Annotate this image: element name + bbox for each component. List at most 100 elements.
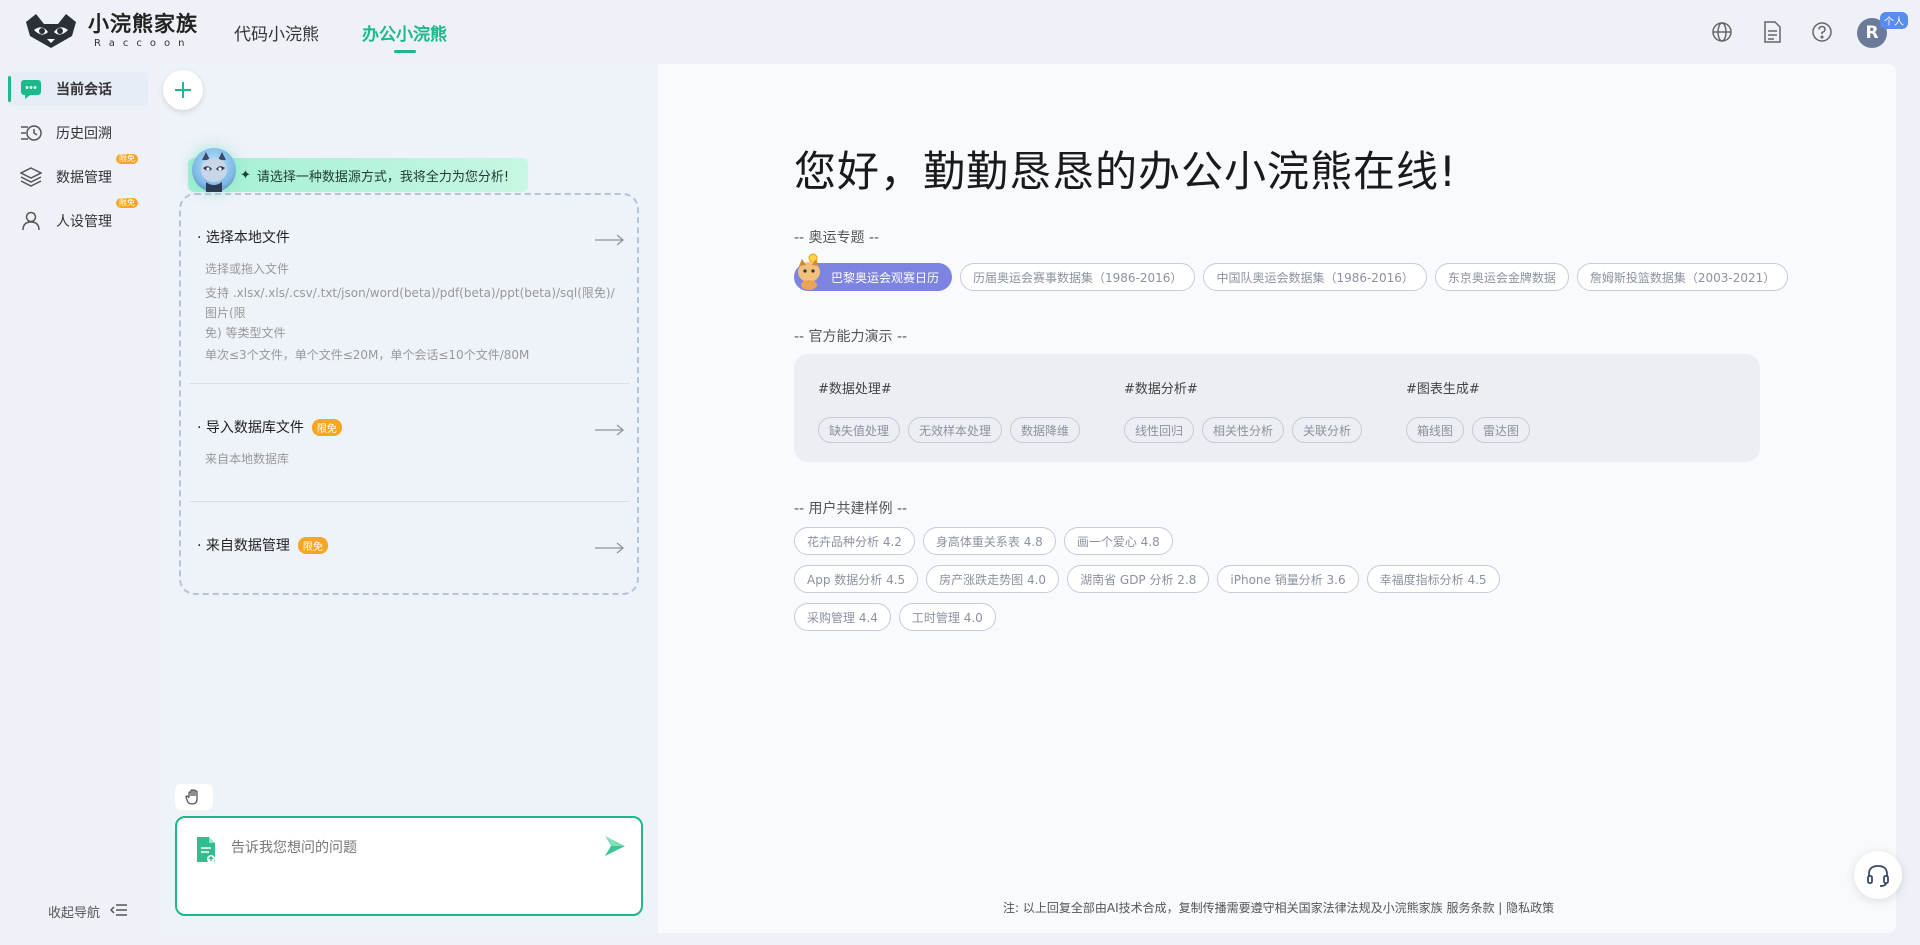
chip-label: iPhone 销量分析 3.6: [1230, 572, 1346, 587]
chip-label: 缺失值处理: [829, 423, 890, 438]
source-desc-line: 支持 .xlsx/.xls/.csv/.txt/json/word(beta)/…: [205, 286, 615, 320]
topic-chip[interactable]: 历届奥运会赛事数据集（1986-2016）: [960, 263, 1196, 291]
free-badge: 限免: [311, 418, 342, 436]
chip-label: 历届奥运会赛事数据集（1986-2016）: [973, 270, 1183, 285]
source-desc-line: 来自本地数据库: [205, 452, 290, 466]
select-local-file-option[interactable]: · 选择本地文件 选择或拖入文件 支持 .xlsx/.xls/.csv/.txt…: [197, 227, 625, 367]
sidebar-item-current-session[interactable]: 当前会话: [8, 72, 148, 106]
chip-label: 詹姆斯投篮数据集（2003-2021）: [1589, 270, 1776, 285]
brand-logo[interactable]: 小浣熊家族 Raccoon: [22, 12, 198, 50]
chip-label: 箱线图: [1417, 423, 1454, 438]
question-input[interactable]: [231, 836, 571, 860]
capabilities-panel: #数据处理# 缺失值处理 无效样本处理 数据降维 #数据分析# 线性回归 相关性…: [794, 354, 1760, 462]
chip-label: 房产涨跌走势图 4.0: [939, 572, 1047, 587]
example-chip[interactable]: 房产涨跌走势图 4.0: [926, 565, 1060, 593]
privacy-policy-link[interactable]: 隐私政策: [1506, 901, 1554, 915]
document-icon[interactable]: [1760, 20, 1784, 44]
example-row: 采购管理 4.4 工时管理 4.0: [794, 603, 1500, 631]
footer-separator: |: [1494, 901, 1507, 915]
hand-gesture-button[interactable]: [175, 784, 213, 810]
example-chip[interactable]: 采购管理 4.4: [794, 603, 891, 631]
top-header: 小浣熊家族 Raccoon 代码小浣熊 办公小浣熊 R 个人: [0, 0, 1920, 64]
globe-icon[interactable]: [1710, 20, 1734, 44]
tab-code-raccoon[interactable]: 代码小浣熊: [234, 20, 319, 45]
example-chip[interactable]: 工时管理 4.0: [898, 603, 996, 631]
example-chip[interactable]: iPhone 销量分析 3.6: [1217, 565, 1359, 593]
chip-label: 采购管理 4.4: [807, 610, 878, 625]
data-source-options: · 选择本地文件 选择或拖入文件 支持 .xlsx/.xls/.csv/.txt…: [179, 193, 639, 595]
divider: [189, 501, 629, 502]
example-chip[interactable]: App 数据分析 4.5: [794, 565, 919, 593]
from-data-management-option[interactable]: · 来自数据管理 限免: [197, 535, 625, 555]
capability-chip[interactable]: 无效样本处理: [908, 417, 1003, 443]
capability-group-title: #图表生成#: [1406, 382, 1480, 397]
capability-chip[interactable]: 箱线图: [1406, 417, 1465, 443]
terms-of-service-link[interactable]: 服务条款: [1446, 901, 1494, 915]
chip-label: 关联分析: [1303, 423, 1352, 438]
capabilities-section-title: -- 官方能力演示 --: [794, 329, 908, 345]
disclaimer-text: 注: 以上回复全部由AI技术合成，复制传播需要遵守相关国家法律法规及小浣熊家族: [1003, 901, 1447, 915]
send-button[interactable]: [603, 834, 627, 862]
example-chip[interactable]: 花卉品种分析 4.2: [794, 527, 915, 555]
capability-chip[interactable]: 关联分析: [1292, 417, 1363, 443]
source-title: · 导入数据库文件: [197, 420, 304, 436]
capability-group-processing: #数据处理# 缺失值处理 无效样本处理 数据降维: [818, 378, 1081, 443]
sidebar-item-history[interactable]: 历史回溯: [8, 116, 148, 150]
collapse-icon: [109, 903, 128, 921]
brand-title: 小浣熊家族: [88, 11, 198, 36]
chip-label: 相关性分析: [1213, 423, 1274, 438]
sidebar-item-label: 当前会话: [56, 82, 112, 98]
topic-chip[interactable]: 东京奥运会金牌数据: [1434, 263, 1569, 291]
chip-label: 幸福度指标分析 4.5: [1379, 572, 1487, 587]
collapse-nav-button[interactable]: 收起导航: [48, 902, 128, 921]
divider: [189, 383, 629, 384]
sidebar-item-data-management[interactable]: 数据管理 限免: [8, 154, 148, 194]
send-icon: [605, 836, 625, 856]
example-chip[interactable]: 幸福度指标分析 4.5: [1366, 565, 1500, 593]
featured-topic-chip[interactable]: 巴黎奥运会观赛日历: [794, 253, 953, 291]
free-badge: 限免: [116, 198, 138, 208]
layers-icon: [20, 166, 42, 188]
chip-label: 东京奥运会金牌数据: [1447, 270, 1556, 285]
chip-label: 花卉品种分析 4.2: [807, 534, 902, 549]
olympics-section-title: -- 奥运专题 --: [794, 230, 880, 246]
sidebar-item-persona-management[interactable]: 人设管理 限免: [8, 198, 148, 238]
example-row: App 数据分析 4.5 房产涨跌走势图 4.0 湖南省 GDP 分析 2.8 …: [794, 565, 1500, 593]
example-chip[interactable]: 身高体重关系表 4.8: [922, 527, 1056, 555]
help-icon[interactable]: [1810, 20, 1834, 44]
capability-chip[interactable]: 数据降维: [1010, 417, 1081, 443]
source-desc-line: 选择或拖入文件: [205, 262, 290, 276]
capability-group-title: #数据处理#: [818, 382, 892, 397]
tab-office-raccoon-label: 办公小浣熊: [362, 25, 447, 45]
sidebar-item-label: 数据管理: [56, 170, 112, 186]
capability-chip[interactable]: 缺失值处理: [818, 417, 901, 443]
topic-chip[interactable]: 中国队奥运会数据集（1986-2016）: [1203, 263, 1427, 291]
chip-label: 雷达图: [1483, 423, 1520, 438]
source-title: · 来自数据管理: [197, 538, 290, 554]
customer-support-button[interactable]: [1854, 851, 1902, 899]
capability-chip[interactable]: 相关性分析: [1202, 417, 1285, 443]
raccoon-logo-icon: [26, 14, 76, 48]
topic-chip[interactable]: 詹姆斯投篮数据集（2003-2021）: [1576, 263, 1789, 291]
examples-section-title: -- 用户共建样例 --: [794, 501, 908, 517]
collapse-nav-label: 收起导航: [48, 906, 101, 921]
import-database-file-option[interactable]: · 导入数据库文件 限免 来自本地数据库: [197, 417, 625, 471]
example-chip[interactable]: 湖南省 GDP 分析 2.8: [1067, 565, 1210, 593]
active-tab-indicator: [393, 50, 416, 53]
headset-icon: [1867, 865, 1889, 887]
chip-label: App 数据分析 4.5: [807, 572, 906, 587]
upload-document-icon[interactable]: [195, 836, 217, 868]
database-description: 来自本地数据库: [197, 447, 625, 471]
tab-code-raccoon-label: 代码小浣熊: [234, 25, 319, 45]
source-title: · 选择本地文件: [197, 230, 290, 246]
capability-chip[interactable]: 线性回归: [1124, 417, 1195, 443]
user-examples: 花卉品种分析 4.2 身高体重关系表 4.8 画一个爱心 4.8 App 数据分…: [794, 527, 1500, 641]
brand-subtitle: Raccoon: [94, 37, 193, 49]
capability-group-charts: #图表生成# 箱线图 雷达图: [1406, 378, 1531, 443]
tab-office-raccoon[interactable]: 办公小浣熊: [362, 20, 447, 53]
example-chip[interactable]: 画一个爱心 4.8: [1063, 527, 1173, 555]
chip-label: 工时管理 4.0: [911, 610, 983, 625]
capability-chip[interactable]: 雷达图: [1472, 417, 1531, 443]
new-session-button[interactable]: [163, 70, 203, 110]
free-badge: 限免: [116, 154, 138, 164]
